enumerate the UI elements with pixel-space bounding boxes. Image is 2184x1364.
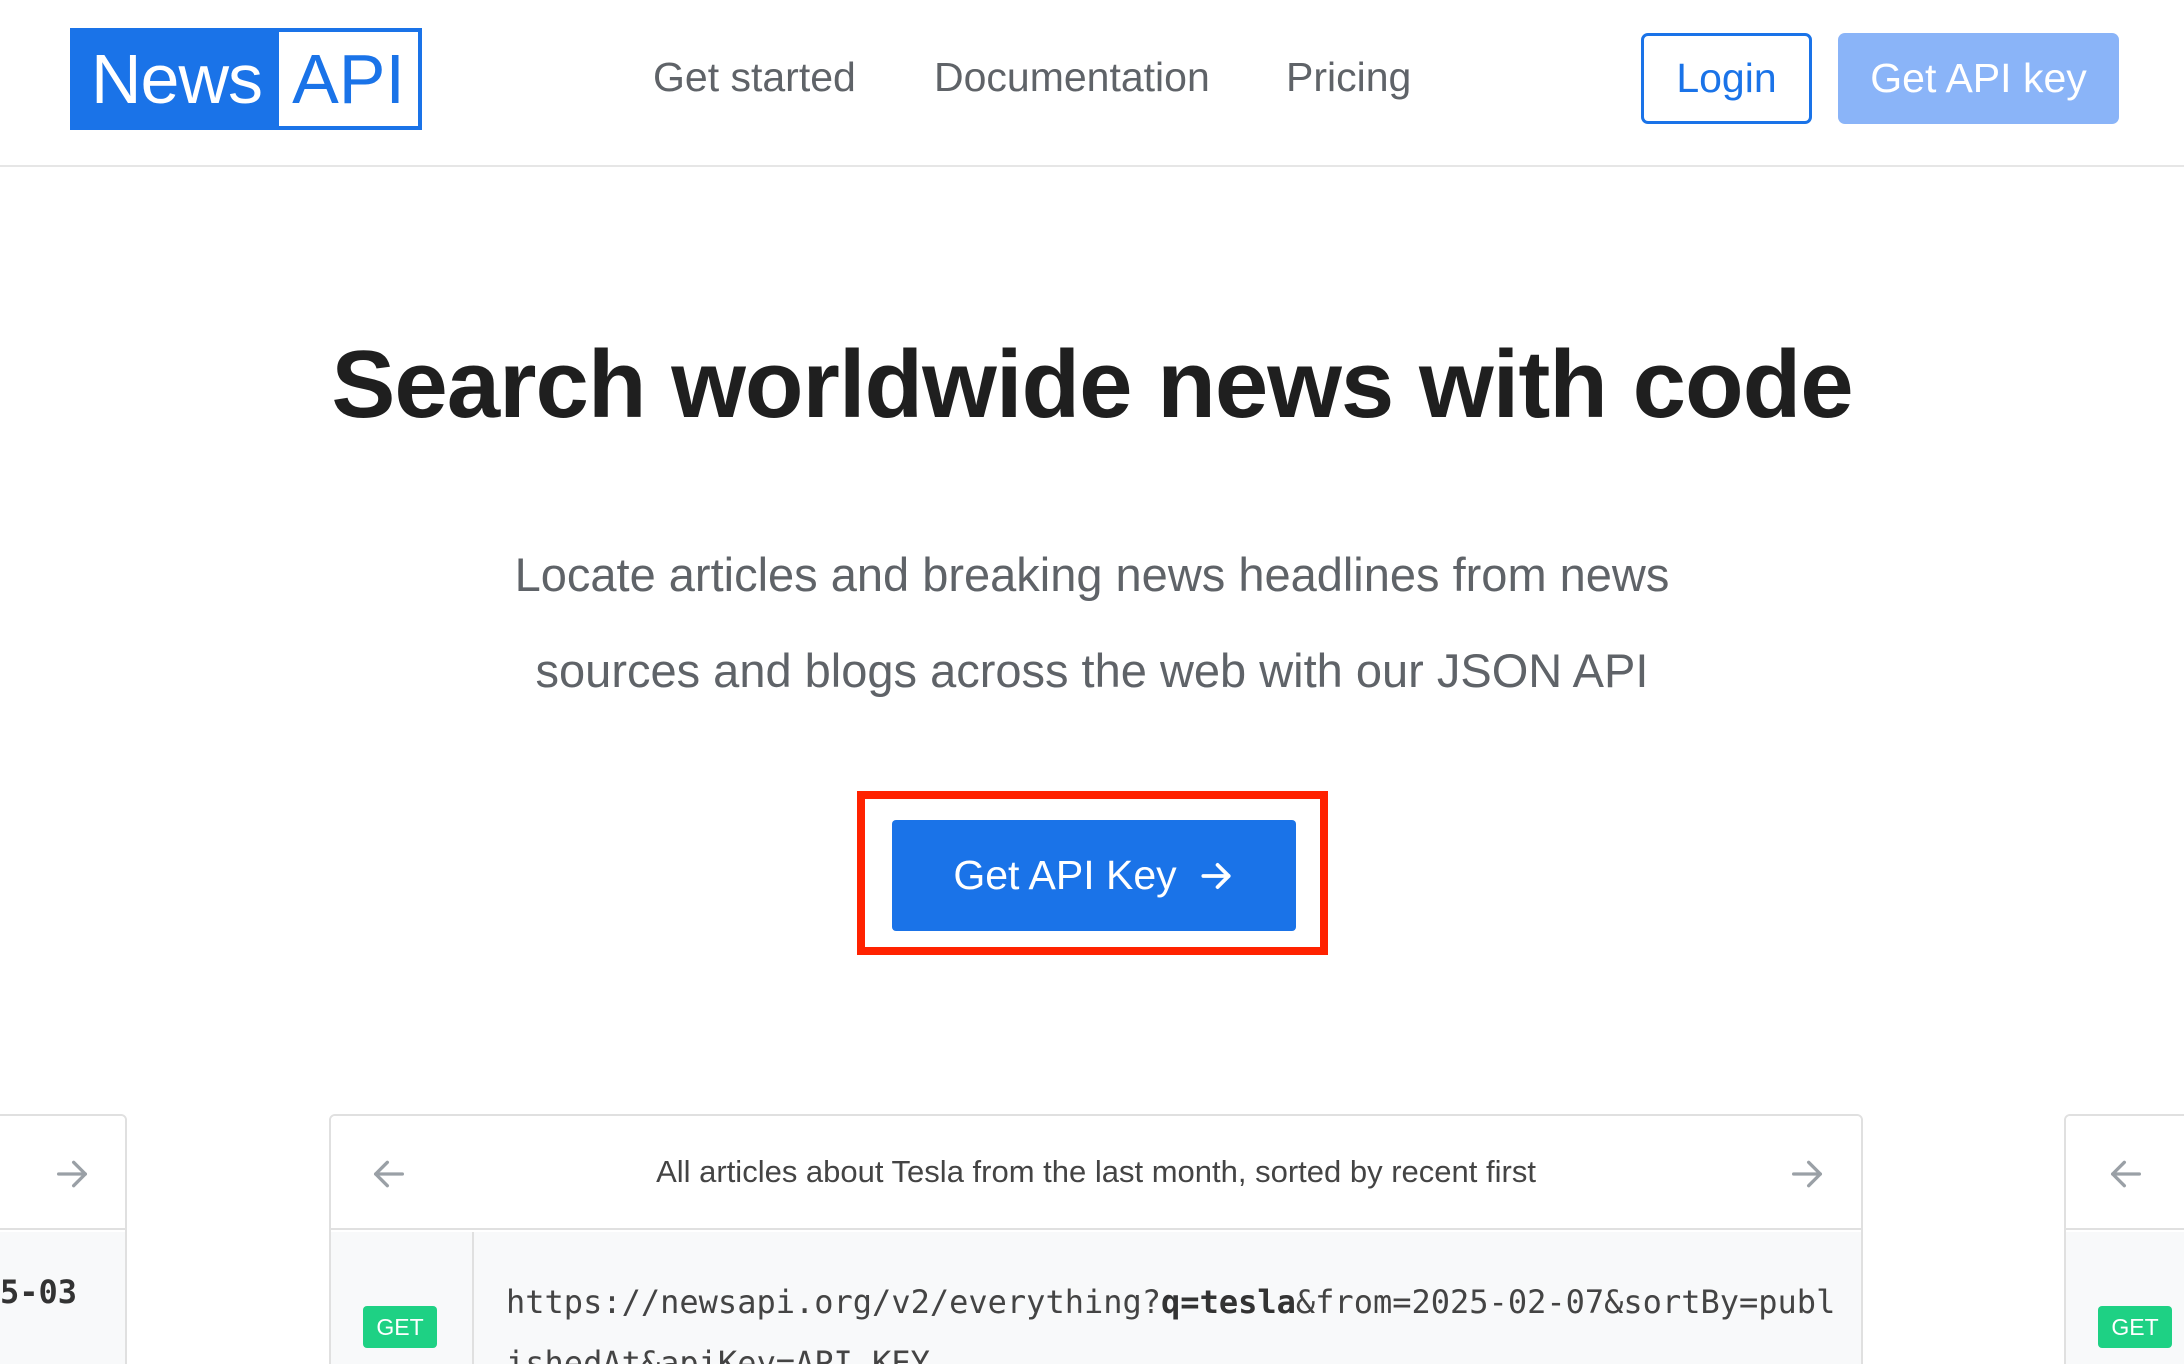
login-button[interactable]: Login	[1641, 33, 1812, 124]
hero-subtitle-line2: sources and blogs across the web with ou…	[535, 644, 1649, 697]
newsapi-logo[interactable]: News API	[70, 28, 422, 130]
card-main-header: All articles about Tesla from the last m…	[331, 1116, 1861, 1230]
example-card-left	[0, 1114, 127, 1364]
nav-pricing[interactable]: Pricing	[1286, 54, 1411, 101]
example-card-main: All articles about Tesla from the last m…	[329, 1114, 1863, 1364]
logo-api-text: API	[292, 40, 405, 118]
get-method-badge: GET	[363, 1306, 437, 1348]
next-arrow-icon[interactable]	[52, 1154, 92, 1194]
get-api-key-cta-button[interactable]: Get API Key	[892, 820, 1296, 931]
card-left-header	[0, 1116, 125, 1230]
previous-arrow-icon[interactable]	[2106, 1154, 2146, 1194]
nav-documentation[interactable]: Documentation	[934, 54, 1210, 101]
example-title: All articles about Tesla from the last m…	[656, 1154, 1536, 1189]
url-query-param: q=tesla	[1161, 1283, 1296, 1321]
nav-get-started[interactable]: Get started	[653, 54, 856, 101]
get-method-badge: GET	[2098, 1306, 2172, 1348]
url-prefix: https://newsapi.org/v2/everything?	[506, 1283, 1162, 1321]
arrow-right-icon	[1201, 862, 1231, 889]
example-card-right: GET	[2064, 1114, 2184, 1364]
logo-news-text: News	[74, 32, 279, 126]
card-right-header	[2066, 1116, 2184, 1230]
request-url[interactable]: https://newsapi.org/v2/everything?q=tesl…	[506, 1272, 1846, 1364]
left-card-code-snippet: 5-03	[0, 1273, 78, 1311]
hero-title: Search worldwide news with code	[331, 331, 1853, 438]
site-header: News API Get started Documentation Prici…	[0, 0, 2184, 167]
hero-subtitle-line1: Locate articles and breaking news headli…	[514, 548, 1670, 601]
page: News API Get started Documentation Prici…	[0, 0, 2184, 1364]
cta-label: Get API Key	[953, 852, 1177, 898]
get-api-key-header-button[interactable]: Get API key	[1838, 33, 2119, 124]
next-arrow-icon[interactable]	[1787, 1154, 1827, 1194]
